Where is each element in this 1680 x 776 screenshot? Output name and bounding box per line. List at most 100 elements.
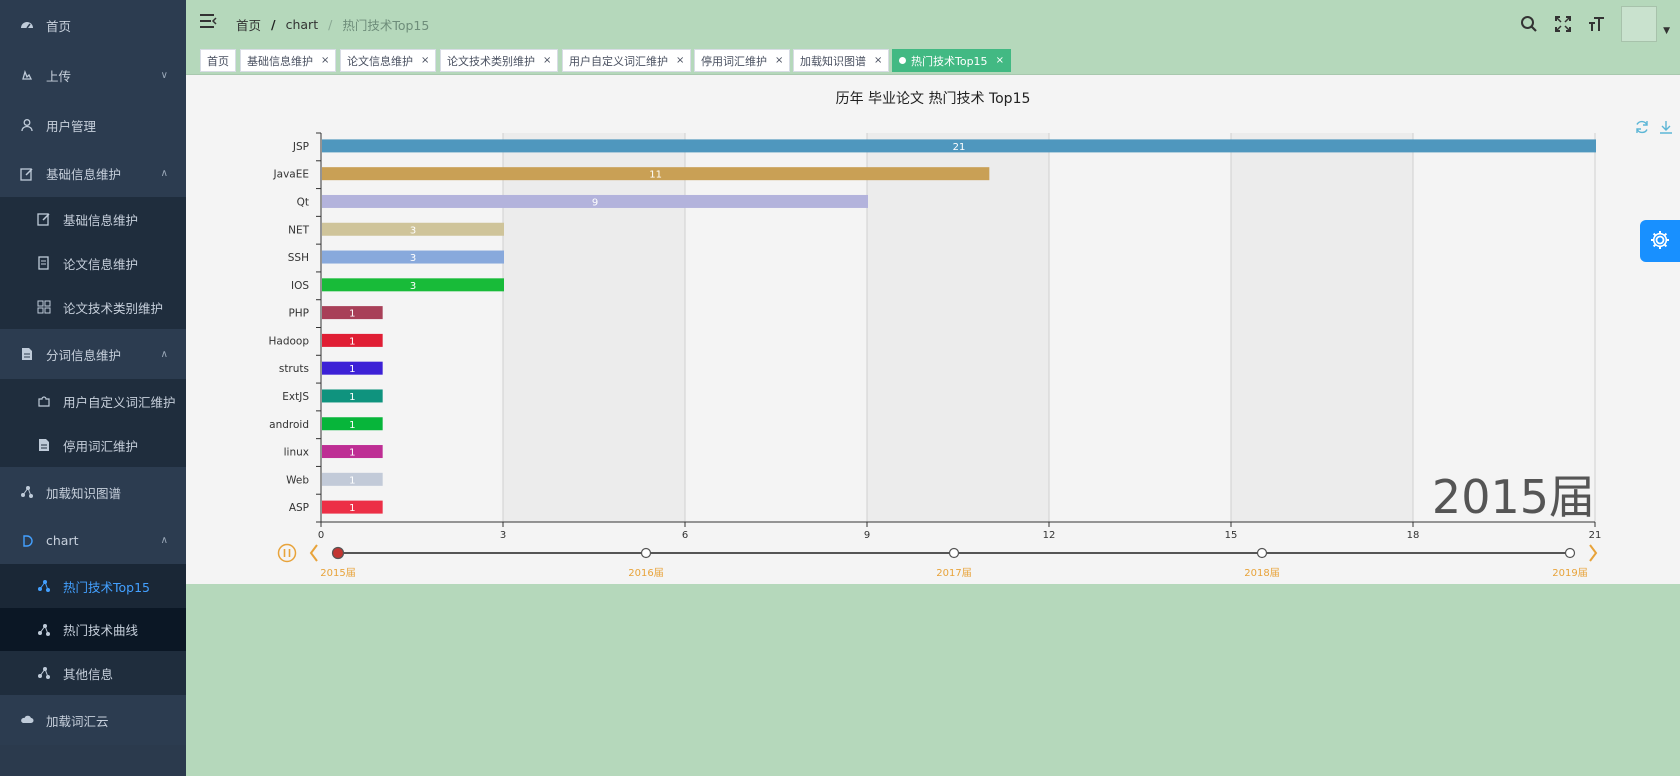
sidebar-item-home[interactable]: 首页 (0, 0, 186, 50)
chart-container: 历年 毕业论文 热门技术 Top15 0 3 6 9 12 15 18 21 JSP 21 Java… (186, 75, 1680, 584)
grid-band (503, 133, 685, 522)
sidebar-item-basic-info[interactable]: 基础信息维护 ∧ (0, 150, 186, 197)
sidebar-item-paper-info[interactable]: 论文信息维护 (0, 241, 186, 285)
y-tick-label: JavaEE (273, 169, 309, 181)
sidebar-item-chart[interactable]: chart ∧ (0, 517, 186, 564)
timeline-node (1256, 547, 1268, 559)
tag-custom-vocab[interactable]: 用户自定义词汇维护 × (562, 49, 692, 72)
document-icon (20, 347, 34, 361)
close-icon[interactable]: × (543, 55, 551, 66)
x-tick-label: 15 (1225, 530, 1238, 541)
sidebar-item-label: 停用词汇维护 (63, 438, 139, 454)
data-label: 1 (349, 475, 355, 486)
y-tick-label: Web (286, 474, 309, 486)
sidebar-item-tech-curve[interactable]: 热门技术曲线 (0, 608, 186, 651)
close-icon[interactable]: × (321, 55, 329, 66)
tag-top15[interactable]: 热门技术Top15 × (892, 49, 1011, 72)
y-tick-label: SSH (288, 252, 309, 264)
grid-band (867, 133, 1049, 522)
settings-button[interactable] (1640, 220, 1680, 262)
tag-label: 加载知识图谱 (800, 54, 866, 68)
puzzle-icon (37, 394, 51, 408)
y-tick-label: android (269, 419, 309, 431)
tag-paper-category[interactable]: 论文技术类别维护 × (440, 49, 559, 72)
y-tick-label: struts (279, 363, 309, 375)
navbar: 首页 / chart / 热门技术Top15 ▼ (186, 0, 1680, 46)
sidebar-item-basic-info-maintain[interactable]: 基础信息维护 (0, 197, 186, 241)
share-icon (20, 485, 34, 499)
x-tick-label: 6 (682, 530, 688, 541)
tag-label: 用户自定义词汇维护 (569, 54, 668, 68)
sidebar-item-label: 上传 (46, 68, 72, 84)
document-icon (37, 438, 51, 452)
breadcrumb-separator: / (271, 17, 276, 32)
form-icon (37, 256, 51, 270)
tags-view: 首页 基础信息维护 × 论文信息维护 × 论文技术类别维护 × 用户自定义词汇维护 × … (186, 46, 1680, 75)
close-icon[interactable]: × (874, 55, 882, 66)
chevron-up-icon: ∧ (160, 535, 168, 546)
chevron-down-icon: ∨ (160, 69, 168, 81)
sidebar-item-knowledge-graph[interactable]: 加载知识图谱 (0, 467, 186, 517)
sidebar-item-users[interactable]: 用户管理 (0, 100, 186, 150)
font-size-icon[interactable] (1587, 14, 1607, 34)
x-tick-label: 3 (500, 530, 506, 541)
close-icon[interactable]: × (676, 55, 684, 66)
gear-icon (1649, 229, 1671, 254)
caret-down-icon[interactable]: ▼ (1663, 26, 1670, 36)
avatar[interactable] (1621, 6, 1658, 42)
sidebar: 首页 上传 ∨ 用户管理 基础信息维护 ∧ 基础信息维护 论文信息维护 论文技术… (0, 0, 186, 776)
tag-basic-info[interactable]: 基础信息维护 × (240, 49, 337, 72)
tag-stopwords[interactable]: 停用词汇维护 × (694, 49, 791, 72)
sidebar-item-label: 加载词汇云 (46, 713, 109, 729)
sidebar-item-top15[interactable]: 热门技术Top15 (0, 564, 186, 608)
edit-icon (37, 212, 51, 226)
tag-home[interactable]: 首页 (200, 49, 236, 72)
timeline-label: 2019届 (1552, 567, 1587, 579)
user-icon (20, 118, 34, 132)
y-tick-label: IOS (291, 280, 309, 292)
breadcrumb-home[interactable]: 首页 (236, 15, 261, 34)
search-icon[interactable] (1519, 14, 1539, 34)
data-label: 3 (410, 253, 416, 264)
sidebar-item-label: chart (46, 533, 79, 548)
tag-label: 论文技术类别维护 (447, 54, 535, 68)
dashboard-icon (20, 18, 34, 32)
data-label: 1 (349, 336, 355, 347)
data-label: 3 (410, 281, 416, 292)
sidebar-item-paper-category[interactable]: 论文技术类别维护 (0, 285, 186, 329)
y-tick-label: linux (284, 447, 309, 459)
tag-paper-info[interactable]: 论文信息维护 × (340, 49, 437, 72)
prev-arrow-icon (309, 544, 318, 562)
sidebar-item-label: 基础信息维护 (46, 167, 122, 182)
hamburger-menu-icon[interactable] (200, 14, 218, 28)
header-actions: ▼ (1519, 6, 1670, 42)
timeline-node (1564, 547, 1576, 559)
upload-icon (20, 68, 34, 82)
sidebar-item-other-info[interactable]: 其他信息 (0, 651, 186, 695)
tag-label: 首页 (207, 54, 229, 68)
share-icon (37, 579, 51, 593)
close-icon[interactable]: × (775, 55, 783, 66)
grid-icon (37, 300, 51, 314)
sidebar-item-custom-vocab[interactable]: 用户自定义词汇维护 (0, 379, 186, 423)
tag-knowledge-graph[interactable]: 加载知识图谱 × (793, 49, 890, 72)
sidebar-item-label: 热门技术Top15 (63, 579, 150, 595)
breadcrumb-chart[interactable]: chart (286, 17, 319, 32)
next-arrow-icon (1589, 544, 1598, 562)
breadcrumb-current: 热门技术Top15 (342, 18, 430, 33)
y-tick-label: ExtJS (282, 391, 309, 403)
y-tick-label: Qt (297, 196, 309, 208)
close-icon[interactable]: × (996, 55, 1004, 66)
sidebar-item-label: 用户自定义词汇维护 (63, 394, 176, 410)
sidebar-item-word-cloud[interactable]: 加载词汇云 (0, 695, 186, 745)
y-tick-label: ASP (289, 502, 309, 514)
x-tick-label: 12 (1043, 530, 1056, 541)
tag-label: 停用词汇维护 (701, 54, 767, 68)
breadcrumb: 首页 / chart / 热门技术Top15 (236, 15, 429, 34)
sidebar-item-label: 基础信息维护 (63, 212, 139, 228)
sidebar-item-segmentation[interactable]: 分词信息维护 ∧ (0, 329, 186, 379)
sidebar-item-stopwords[interactable]: 停用词汇维护 (0, 423, 186, 467)
fullscreen-icon[interactable] (1553, 14, 1573, 34)
sidebar-item-upload[interactable]: 上传 ∨ (0, 50, 186, 100)
close-icon[interactable]: × (421, 55, 429, 66)
